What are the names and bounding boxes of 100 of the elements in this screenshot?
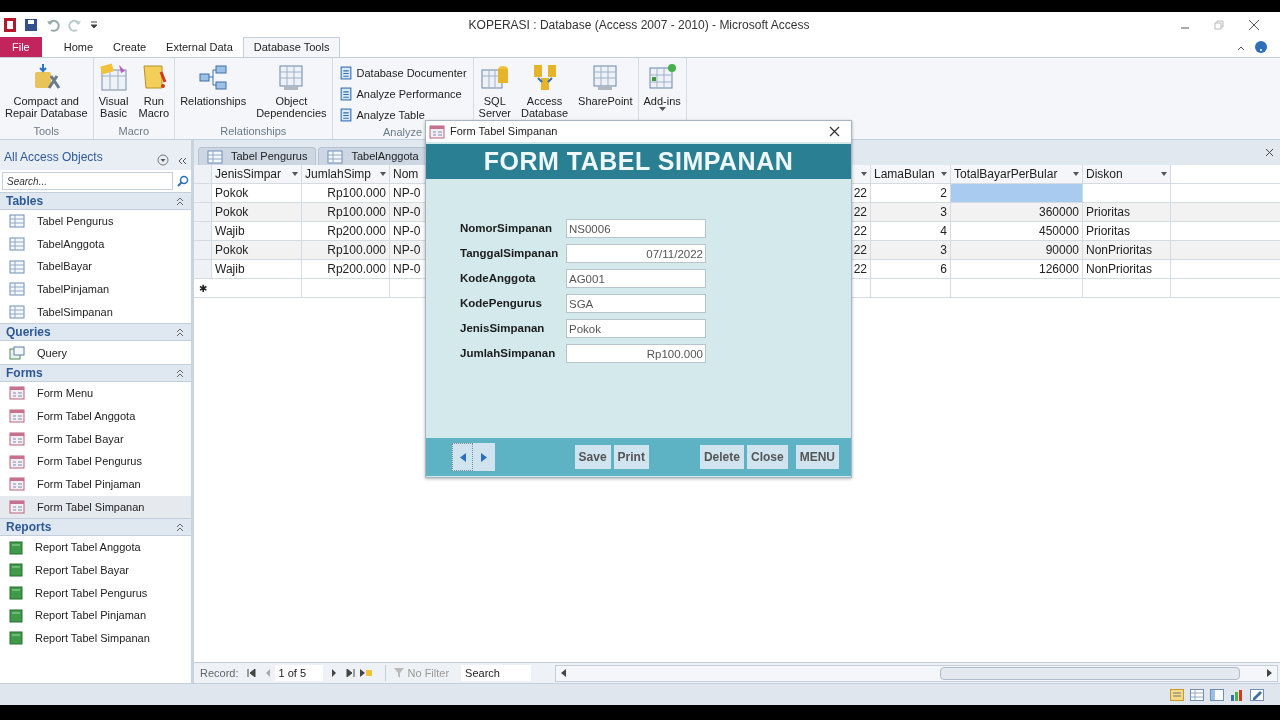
table-cell: NonPrioritas (1083, 241, 1171, 259)
nav-item[interactable]: TabelPinjaman (0, 278, 191, 301)
next-record-icon[interactable] (330, 669, 337, 677)
nav-item[interactable]: Report Tabel Simpanan (0, 627, 191, 650)
nav-item[interactable]: Tabel Pengurus (0, 210, 191, 233)
sort-caret-icon[interactable] (292, 172, 298, 176)
form-button[interactable]: Save (574, 445, 611, 469)
ribbon-button[interactable]: SQL Server (475, 62, 514, 119)
table-cell: Prioritas (1083, 203, 1171, 221)
nav-item[interactable]: Report Tabel Pinjaman (0, 604, 191, 627)
dialog-title: Form Tabel Simpanan (450, 124, 559, 140)
report-icon (9, 631, 23, 646)
ribbon-button[interactable]: SharePoint (575, 62, 636, 107)
ribbon-button[interactable]: Add-ins (640, 62, 684, 112)
group-header[interactable]: Queries (0, 323, 191, 342)
nav-item[interactable]: Report Tabel Pengurus (0, 581, 191, 605)
pivot-table-icon[interactable] (1210, 688, 1224, 701)
search-field[interactable]: Search... (2, 172, 173, 190)
ribbon-tab[interactable]: Home (53, 37, 104, 57)
sort-caret-icon[interactable] (1073, 172, 1079, 176)
record-position-field[interactable]: 1 of 5 (274, 664, 323, 682)
ribbon-button[interactable]: Run Macro (135, 62, 173, 119)
column-header[interactable]: LamaBulan (871, 165, 951, 183)
previous-button[interactable] (452, 443, 474, 471)
close-icon[interactable] (1265, 148, 1274, 157)
scrollbar-thumb[interactable] (940, 666, 1241, 680)
collapse-icon[interactable] (175, 522, 185, 533)
form-button[interactable]: Close (746, 445, 788, 469)
ribbon-button[interactable]: Access Database (518, 62, 572, 119)
nav-item[interactable]: TabelAnggota (0, 232, 191, 256)
nav-item[interactable]: Form Menu (0, 382, 191, 405)
sort-caret-icon[interactable] (1161, 172, 1167, 176)
close-icon[interactable] (1248, 19, 1260, 31)
collapse-icon[interactable] (175, 368, 185, 379)
nav-item[interactable]: Query (0, 341, 191, 365)
text-field[interactable]: Pokok (566, 319, 706, 338)
dropdown-icon[interactable] (157, 154, 169, 166)
collapse-pane-icon[interactable] (177, 156, 187, 166)
table-icon (9, 305, 25, 320)
nav-item[interactable]: Form Tabel Anggota (0, 404, 191, 428)
ribbon-button[interactable]: Compact and Repair Database (2, 62, 91, 119)
form-button[interactable]: Print (613, 445, 649, 469)
collapse-icon[interactable] (175, 196, 185, 206)
design-view-icon[interactable] (1250, 688, 1264, 701)
nav-item[interactable]: TabelBayar (0, 255, 191, 279)
text-field[interactable]: AG001 (566, 269, 706, 288)
nav-item[interactable]: Form Tabel Simpanan (0, 495, 191, 519)
text-field[interactable]: 07/11/2022 (566, 244, 706, 263)
form-icon (9, 431, 25, 446)
sort-caret-icon[interactable] (380, 172, 386, 176)
column-header[interactable]: JumlahSimp (302, 165, 390, 183)
ribbon-button[interactable]: Relationships (177, 62, 250, 107)
form-button[interactable]: MENU (795, 445, 839, 469)
nav-item[interactable]: TabelSimpanan (0, 300, 191, 324)
search-icon[interactable] (177, 175, 189, 187)
save-icon[interactable] (24, 18, 38, 32)
ribbon-button[interactable]: Object Dependencies (253, 62, 330, 119)
nav-item[interactable]: Form Tabel Bayar (0, 427, 191, 451)
nav-item[interactable]: Form Tabel Pengurus (0, 450, 191, 473)
document-tab[interactable]: TabelAnggota (318, 147, 428, 165)
help-icon[interactable] (1254, 40, 1268, 54)
ribbon-tab[interactable]: Create (103, 37, 157, 57)
first-record-icon[interactable] (246, 669, 257, 677)
close-icon[interactable] (829, 126, 840, 137)
new-record-icon[interactable] (358, 669, 373, 677)
scroll-right-icon[interactable] (1265, 669, 1273, 677)
nav-item[interactable]: Form Tabel Pinjaman (0, 472, 191, 496)
document-tab[interactable]: Tabel Pengurus (198, 147, 317, 165)
ribbon-button[interactable]: Visual Basic (95, 62, 132, 119)
ribbon-button[interactable]: Analyze Table (338, 106, 467, 124)
text-field[interactable]: SGA (566, 294, 706, 313)
field-label: JumlahSimpanan (460, 345, 557, 361)
ribbon-tab[interactable]: Database Tools (242, 37, 341, 57)
last-record-icon[interactable] (344, 669, 355, 677)
datasheet-view-icon[interactable] (1190, 688, 1204, 701)
collapse-icon[interactable] (175, 327, 185, 338)
ribbon-tab[interactable]: External Data (156, 37, 243, 57)
select-all-cell[interactable] (194, 165, 212, 183)
pivot-chart-icon[interactable] (1230, 688, 1244, 701)
search-field[interactable]: Search (461, 664, 532, 682)
group-header[interactable]: Forms (0, 364, 191, 383)
ribbon-button[interactable]: Database Documenter (338, 64, 467, 82)
group-header[interactable]: Reports (0, 518, 191, 537)
ribbon-button[interactable]: Analyze Performance (338, 85, 467, 103)
file-tab[interactable]: File (0, 37, 42, 57)
nav-item[interactable]: Report Tabel Anggota (0, 536, 191, 559)
column-header[interactable]: JenisSimpar (212, 165, 302, 183)
column-header[interactable]: Diskon (1083, 165, 1171, 183)
text-field[interactable]: NS0006 (566, 219, 706, 238)
next-button[interactable] (473, 443, 495, 471)
form-button[interactable]: Delete (699, 445, 744, 469)
customize-caret-icon[interactable] (90, 20, 98, 30)
scroll-left-icon[interactable] (560, 669, 569, 677)
nav-item[interactable]: Report Tabel Bayar (0, 558, 191, 582)
sort-caret-icon[interactable] (941, 172, 947, 176)
sort-caret-icon[interactable] (861, 172, 867, 176)
app-icon[interactable] (4, 18, 16, 32)
group-header[interactable]: Tables (0, 192, 191, 210)
text-field[interactable]: Rp100.000 (566, 344, 706, 363)
column-header[interactable]: TotalBayarPerBular (951, 165, 1083, 183)
